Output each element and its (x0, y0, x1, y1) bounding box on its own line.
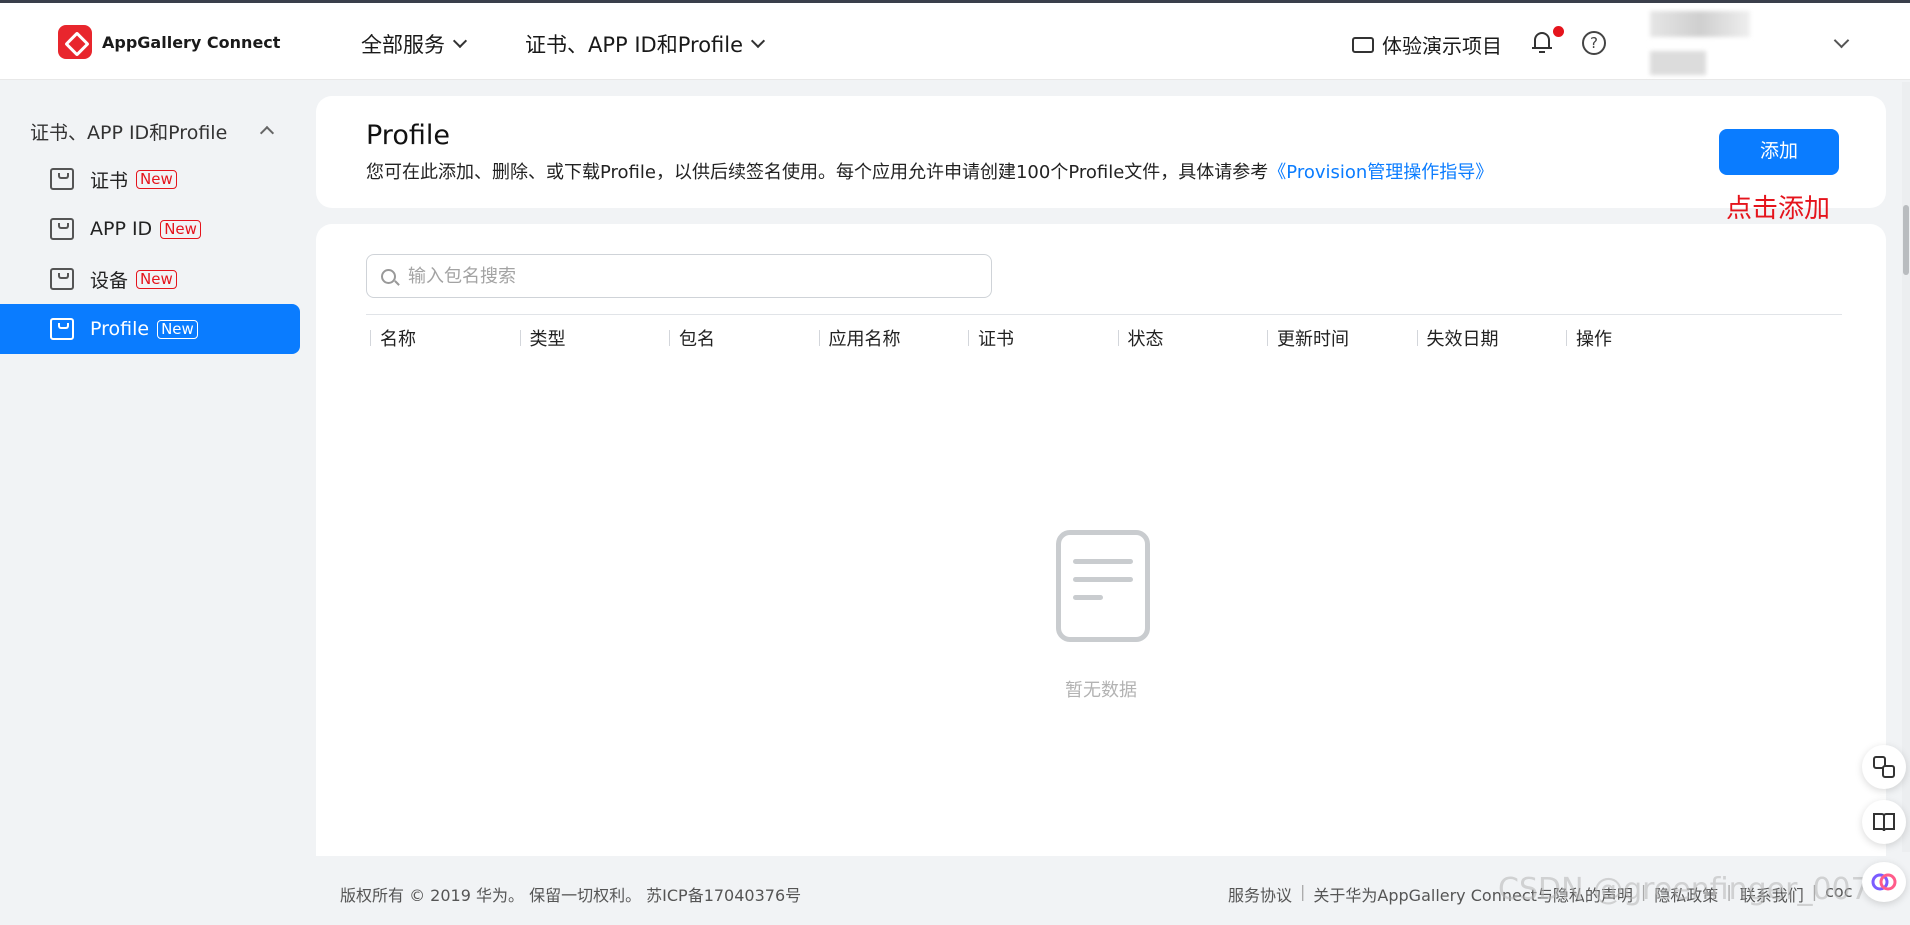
logo-text: AppGallery Connect (102, 32, 281, 52)
column-header-type: 类型 (516, 325, 666, 351)
sidebar-item-profile[interactable]: Profile New (0, 304, 300, 354)
help-icon[interactable]: ? (1582, 31, 1606, 55)
empty-state-text: 暂无数据 (1065, 680, 1137, 701)
demo-project-label: 体验演示项目 (1382, 34, 1502, 58)
certificate-icon (50, 218, 74, 240)
column-header-updated: 更新时间 (1263, 325, 1413, 351)
certificate-icon (50, 318, 74, 340)
certificate-icon (50, 168, 74, 190)
column-header-package: 包名 (665, 325, 815, 351)
nav-all-services[interactable]: 全部服务 (361, 29, 468, 59)
profile-list-card: 名称 类型 包名 应用名称 证书 状态 更新时间 失效日期 操作 暂无数据 (316, 224, 1886, 856)
certificate-icon (50, 268, 74, 290)
search-icon (381, 268, 396, 284)
demo-project-icon (1352, 36, 1374, 53)
notification-dot (1553, 26, 1564, 37)
column-header-name: 名称 (366, 325, 516, 351)
search-input[interactable] (408, 265, 968, 287)
translate-icon[interactable] (1862, 745, 1906, 789)
reader-icon[interactable] (1862, 800, 1906, 844)
page-title: Profile (366, 120, 450, 151)
sidebar-item-label: 证书 (90, 169, 129, 192)
new-badge: New (136, 169, 177, 189)
nav-all-services-label: 全部服务 (361, 33, 445, 57)
chevron-up-icon[interactable] (259, 125, 275, 141)
annotation-text: 点击添加 (1726, 194, 1831, 224)
sidebar-item-label: Profile (90, 318, 150, 340)
appgallery-logo-icon (58, 25, 92, 59)
sidebar-item-certificates[interactable]: 证书 New (0, 154, 300, 204)
new-badge: New (157, 319, 198, 339)
bell-icon[interactable] (1531, 30, 1553, 54)
column-header-certificate: 证书 (964, 325, 1114, 351)
nav-certificates[interactable]: 证书、APP ID和Profile (525, 29, 766, 59)
scrollbar-track[interactable] (1902, 82, 1910, 852)
column-header-app-name: 应用名称 (815, 325, 965, 351)
search-box[interactable] (366, 254, 992, 298)
user-menu-chevron-icon[interactable] (1833, 32, 1850, 49)
chevron-down-icon (452, 33, 468, 49)
app-logo[interactable]: AppGallery Connect (58, 25, 280, 59)
chevron-down-icon (750, 33, 766, 49)
empty-document-icon (1056, 530, 1150, 642)
guide-link[interactable]: 《Provision管理操作指导》 (1268, 162, 1493, 183)
sidebar-item-label: 设备 (90, 269, 129, 292)
footer-copyright: 版权所有 © 2019 华为。 保留一切权利。 苏ICP备17040376号 (340, 886, 802, 905)
footer-link-terms[interactable]: 服务协议 (1228, 882, 1292, 906)
sidebar: 证书、APP ID和Profile 证书 New APP ID New 设备 N… (0, 80, 300, 852)
column-header-status: 状态 (1114, 325, 1264, 351)
page-description-text: 您可在此添加、删除、或下载Profile，以供后续签名使用。每个应用允许申请创建… (366, 162, 1269, 183)
assistant-icon[interactable] (1862, 862, 1906, 902)
watermark: CSDN @greenfinger_007 (1498, 872, 1870, 907)
column-header-actions: 操作 (1562, 325, 1712, 351)
page-description: 您可在此添加、删除、或下载Profile，以供后续签名使用。每个应用允许申请创建… (366, 158, 1493, 184)
scrollbar-thumb[interactable] (1903, 205, 1909, 275)
page-header-card: Profile 您可在此添加、删除、或下载Profile，以供后续签名使用。每个… (316, 96, 1886, 208)
table-header: 名称 类型 包名 应用名称 证书 状态 更新时间 失效日期 操作 (366, 314, 1842, 360)
top-header: AppGallery Connect 全部服务 证书、APP ID和Profil… (0, 0, 1910, 80)
demo-project-link[interactable]: 体验演示项目 (1352, 30, 1502, 59)
nav-certificates-label: 证书、APP ID和Profile (525, 33, 744, 57)
sidebar-section-title[interactable]: 证书、APP ID和Profile (30, 118, 227, 145)
column-header-expiry: 失效日期 (1413, 325, 1563, 351)
add-button[interactable]: 添加 (1719, 129, 1839, 175)
sidebar-item-label: APP ID (90, 218, 153, 240)
user-avatar[interactable] (1650, 11, 1750, 75)
sidebar-item-devices[interactable]: 设备 New (0, 254, 300, 304)
sidebar-item-app-id[interactable]: APP ID New (0, 204, 300, 254)
new-badge: New (160, 219, 201, 239)
new-badge: New (136, 269, 177, 289)
